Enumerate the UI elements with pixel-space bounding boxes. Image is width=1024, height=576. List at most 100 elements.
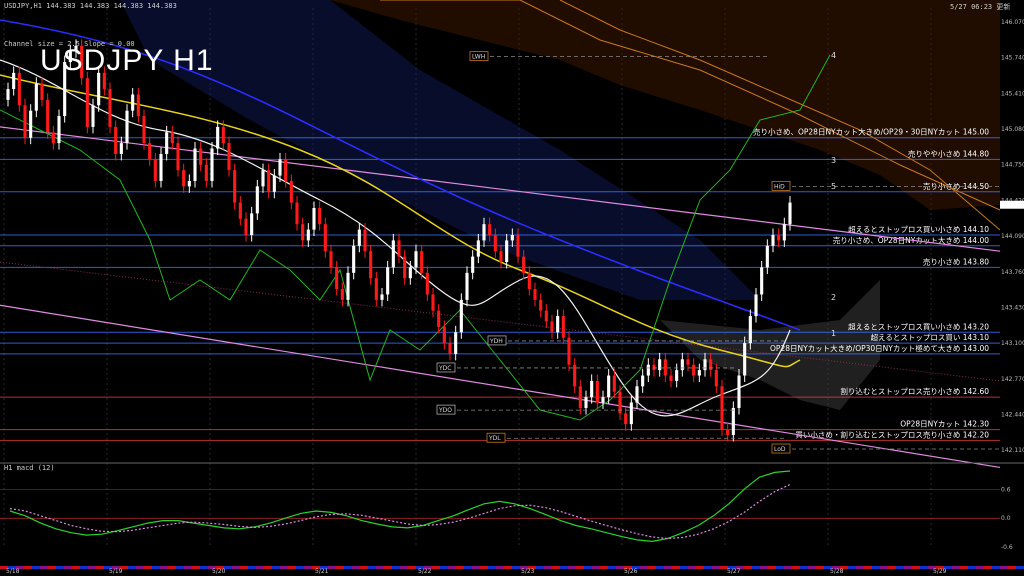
session-bar [432,566,440,569]
candle-body [363,229,367,252]
candle-body [221,126,225,144]
session-bar [992,566,1000,569]
marker-label: YDC [438,365,451,372]
current-price-box [1000,200,1024,209]
candle-body [437,310,441,327]
candle-body [352,245,356,273]
session-bar [88,566,96,569]
candle-body [629,402,633,425]
candle-body [522,256,526,273]
candle-body [403,256,407,279]
session-bar [360,566,368,569]
candle-body [533,289,537,300]
candle-body [159,153,163,181]
session-bar [608,566,616,569]
session-bar [784,566,792,569]
candle-body [329,251,333,268]
candle-body [516,235,520,257]
candle-body [182,170,186,187]
wave-label: 1 [831,329,836,338]
candle-body [442,326,446,344]
level-label: 超えるとストップロス買い小さめ 144.10 [848,225,989,234]
session-bar [560,566,568,569]
level-label: 超えるとストップロス買い小さめ 143.20 [848,322,989,331]
session-bar [568,566,576,569]
session-bar [904,566,912,569]
macd-label: H1 macd (12) [4,464,55,472]
session-bar [760,566,768,569]
candle-body [323,224,327,252]
candle-body [760,267,764,295]
session-bar [392,566,400,569]
candle-body [227,143,231,171]
candle-body [680,359,684,371]
session-bar [544,566,552,569]
candle-body [454,332,458,354]
candle-body [448,343,452,354]
session-bar [1016,566,1024,569]
session-bar [776,566,784,569]
candle-body [782,224,786,241]
session-bar [472,566,480,569]
date-tick-label: 5/29 [933,568,947,575]
candle-body [556,316,560,333]
candle-body [771,235,775,246]
candle-body [669,375,673,381]
signal-line [9,483,791,540]
candle-body [578,386,582,408]
candle-body [595,380,599,403]
candle-body [289,180,293,203]
candle-body [386,267,390,295]
session-bar [408,566,416,569]
session-bar [880,566,888,569]
candle-body [612,375,616,392]
session-bar [976,566,984,569]
candle-body [204,164,208,181]
wave-label: 2 [831,293,836,302]
session-bar [688,566,696,569]
candle-body [658,359,662,371]
session-bar [856,566,864,569]
price-tick-label: 144.090 [1001,233,1024,240]
candle-body [34,83,38,111]
candle-body [567,337,571,365]
session-bar [680,566,688,569]
session-bar [848,566,856,569]
candle-body [272,175,276,192]
candle-body [119,143,123,154]
candle-body [425,272,429,295]
session-bar [800,566,808,569]
candle-body [459,299,463,333]
candle-body [646,364,650,376]
candle-body [199,148,203,165]
candle-body [176,143,180,171]
price-tick-label: 143.430 [1001,304,1024,311]
date-tick-label: 5/21 [315,568,329,575]
candle-body [652,364,656,371]
date-tick-label: 5/19 [109,568,123,575]
session-bar [96,566,104,569]
date-tick-label: 5/23 [521,568,535,575]
session-bar [232,566,240,569]
candle-body [482,224,486,241]
date-tick-label: 5/18 [6,568,20,575]
session-bar [920,566,928,569]
candle-body [765,245,769,268]
session-bar [872,566,880,569]
candle-body [255,186,259,214]
candle-body [23,105,27,138]
candle-body [136,94,140,117]
candle-body [499,251,503,263]
session-bar [40,566,48,569]
chart-title: USDJPY H1 [40,44,214,77]
session-bar [752,566,760,569]
session-bar [384,566,392,569]
session-bar [152,566,160,569]
session-bar [960,566,968,569]
candle-body [238,202,242,219]
session-bar [248,566,256,569]
candle-body [663,359,667,376]
candle-body [748,316,752,344]
date-tick-label: 5/26 [624,568,638,575]
candle-body [318,207,322,225]
